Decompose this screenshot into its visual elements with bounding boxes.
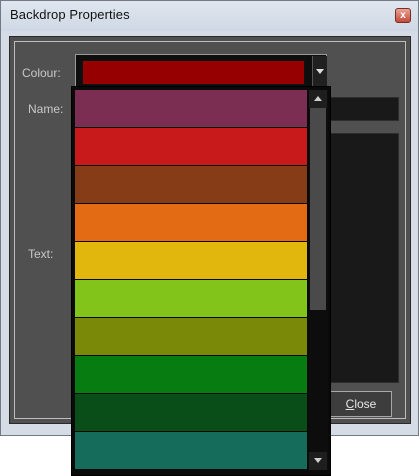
close-button[interactable]: Close bbox=[330, 391, 392, 417]
colour-option[interactable] bbox=[75, 432, 307, 469]
colour-options bbox=[75, 90, 307, 470]
colour-option[interactable] bbox=[75, 90, 307, 127]
chevron-down-icon bbox=[314, 458, 322, 463]
colour-option[interactable] bbox=[75, 204, 307, 241]
colour-dropdown-button[interactable] bbox=[312, 56, 327, 88]
text-label: Text: bbox=[28, 247, 54, 261]
colour-option[interactable] bbox=[75, 166, 307, 203]
close-button-label: lose bbox=[354, 397, 377, 411]
window-close-button[interactable]: x bbox=[395, 8, 411, 23]
window-title: Backdrop Properties bbox=[10, 7, 130, 22]
close-icon: x bbox=[400, 10, 406, 21]
title-bar[interactable]: Backdrop Properties x bbox=[1, 1, 418, 31]
colour-option[interactable] bbox=[75, 318, 307, 355]
dropdown-scrollbar[interactable] bbox=[309, 90, 328, 470]
colour-option[interactable] bbox=[75, 280, 307, 317]
scroll-down-button[interactable] bbox=[309, 452, 327, 470]
selected-colour-swatch bbox=[82, 60, 305, 85]
name-label: Name: bbox=[28, 102, 64, 116]
colour-label: Colour: bbox=[22, 66, 61, 80]
scroll-up-button[interactable] bbox=[309, 90, 327, 108]
colour-option[interactable] bbox=[75, 394, 307, 431]
scrollbar-thumb[interactable] bbox=[310, 108, 326, 310]
chevron-up-icon bbox=[314, 96, 322, 101]
colour-option[interactable] bbox=[75, 356, 307, 393]
colour-option[interactable] bbox=[75, 128, 307, 165]
colour-combo[interactable] bbox=[75, 54, 327, 90]
colour-option[interactable] bbox=[75, 242, 307, 279]
colour-dropdown-list bbox=[71, 86, 331, 476]
chevron-down-icon bbox=[316, 69, 324, 74]
